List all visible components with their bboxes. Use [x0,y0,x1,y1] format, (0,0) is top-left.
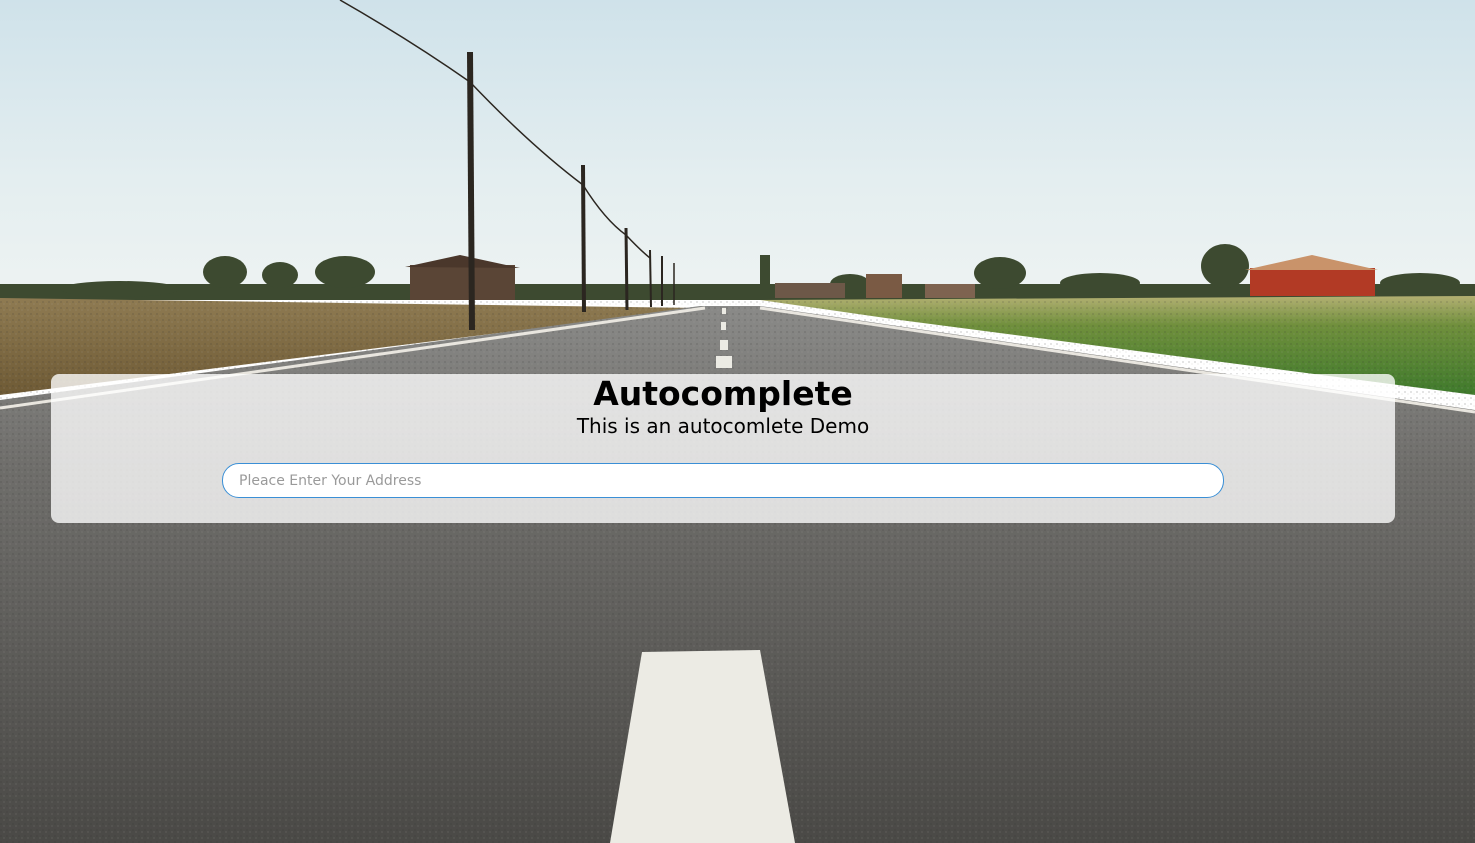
sky [0,0,1475,300]
page-title: Autocomplete [593,374,853,413]
page-root: Autocomplete This is an autocomlete Demo [0,0,1475,843]
autocomplete-panel: Autocomplete This is an autocomlete Demo [51,374,1395,523]
page-subtitle: This is an autocomlete Demo [576,414,870,438]
address-search-input[interactable] [222,463,1224,498]
